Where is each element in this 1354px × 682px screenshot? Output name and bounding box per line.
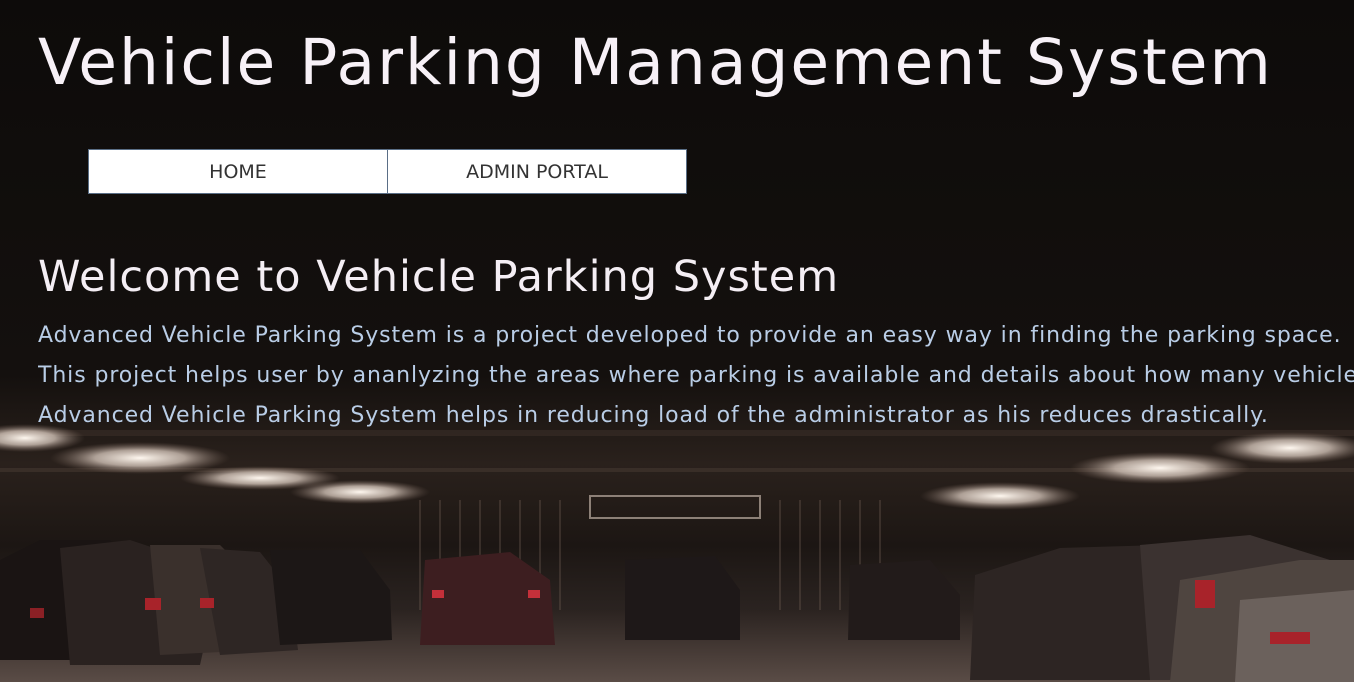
description-paragraph: Advanced Vehicle Parking System is a pro… (38, 323, 1342, 348)
description-paragraph: Advanced Vehicle Parking System helps in… (38, 403, 1269, 428)
description-paragraph: This project helps user by ananlyzing th… (38, 363, 1354, 388)
welcome-heading: Welcome to Vehicle Parking System (38, 252, 840, 302)
nav-admin-portal-button[interactable]: ADMIN PORTAL (387, 149, 687, 194)
site-title: Vehicle Parking Management System (38, 26, 1273, 99)
page: Vehicle Parking Management System HOME A… (0, 0, 1354, 682)
main-nav: HOME ADMIN PORTAL (88, 149, 687, 194)
description-section: Advanced Vehicle Parking System is a pro… (38, 320, 1354, 440)
nav-home-button[interactable]: HOME (88, 149, 388, 194)
